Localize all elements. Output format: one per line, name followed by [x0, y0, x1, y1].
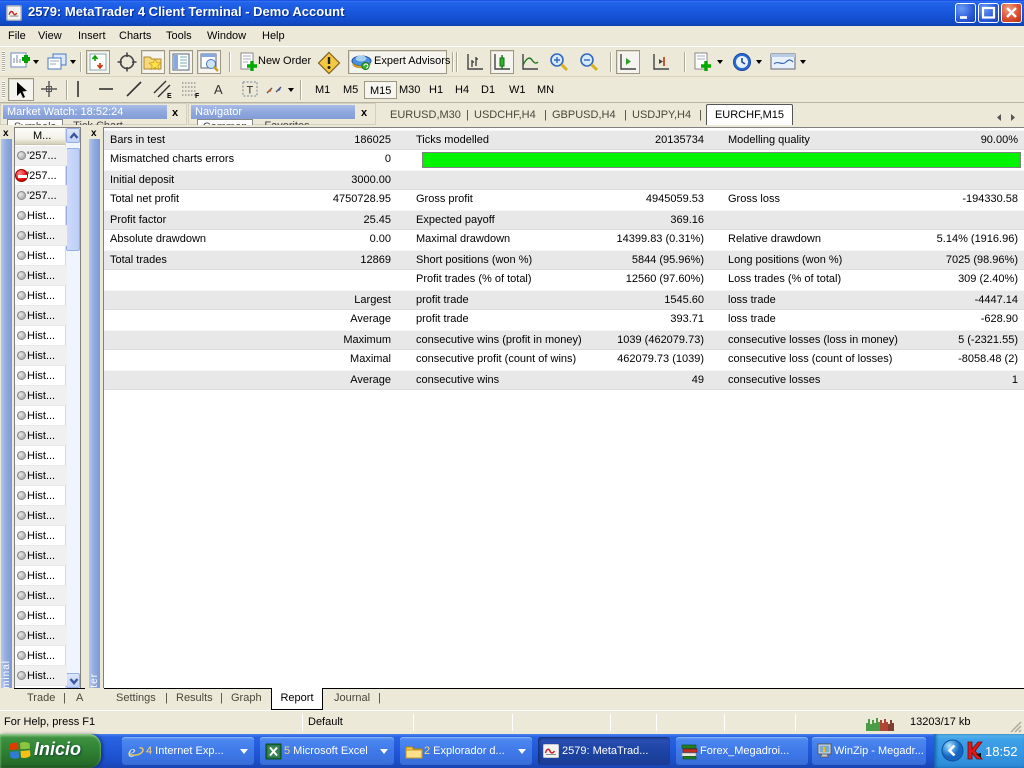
svg-text:E: E	[167, 93, 172, 99]
svg-text:F: F	[195, 93, 200, 99]
svg-text:e: e	[128, 742, 136, 761]
svg-text:T: T	[247, 85, 254, 97]
